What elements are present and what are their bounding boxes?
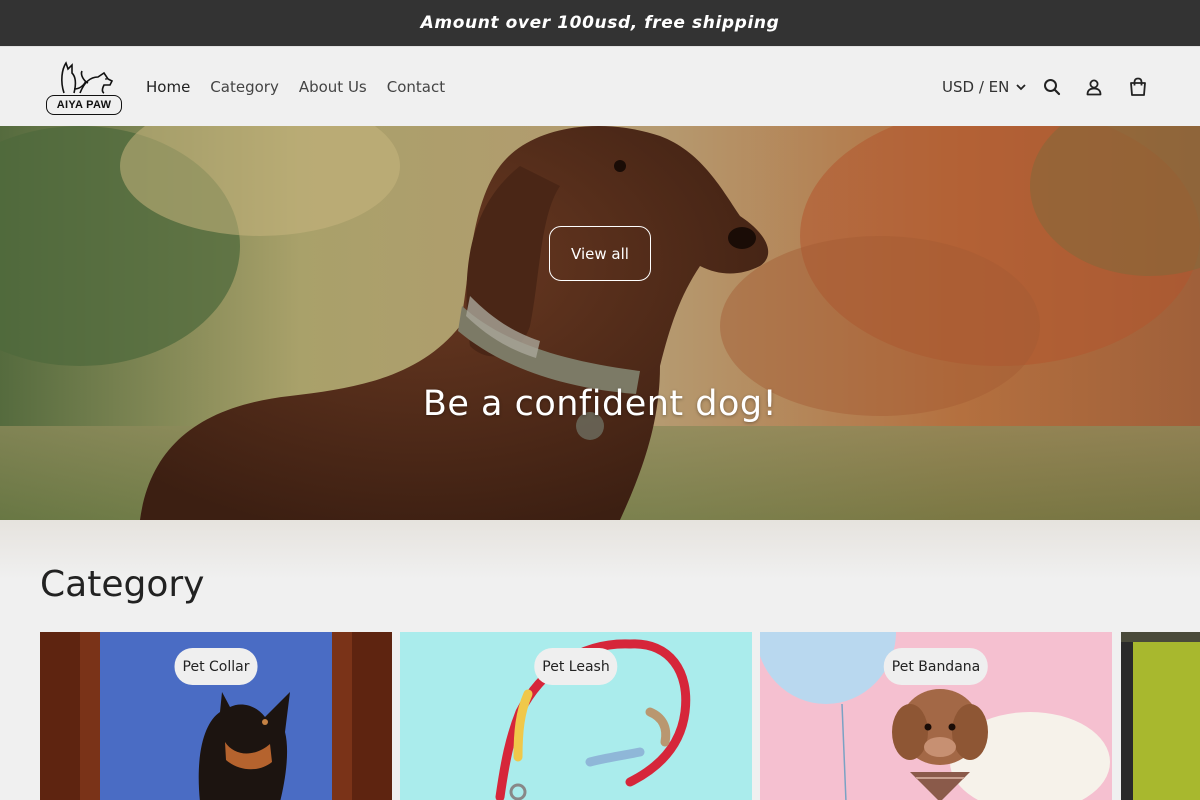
hero-banner: View all Be a confident dog! bbox=[0, 126, 1200, 520]
site-header: AIYA PAW Home Category About Us Contact … bbox=[0, 46, 1200, 126]
nav-about-us[interactable]: About Us bbox=[299, 78, 367, 96]
view-all-button[interactable]: View all bbox=[549, 226, 651, 281]
account-button[interactable] bbox=[1082, 75, 1106, 99]
cart-icon bbox=[1130, 77, 1146, 96]
locale-label: USD / EN bbox=[942, 78, 1010, 96]
category-card-pet-leash[interactable]: Pet Leash bbox=[400, 632, 752, 800]
category-label: Pet Bandana bbox=[883, 648, 989, 685]
category-section: Category Pet Collar Pet Leash Pet Bandan… bbox=[0, 520, 1200, 800]
brand-logo[interactable]: AIYA PAW bbox=[44, 59, 124, 117]
account-icon bbox=[1086, 79, 1102, 96]
category-partial-image bbox=[1121, 632, 1200, 800]
currency-language-selector[interactable]: USD / EN bbox=[942, 75, 1027, 99]
category-heading: Category bbox=[40, 564, 205, 605]
category-card-pet-bandana[interactable]: Pet Bandana bbox=[760, 632, 1112, 800]
cart-button[interactable] bbox=[1126, 75, 1150, 99]
search-icon bbox=[1044, 79, 1061, 96]
dog-cat-logo-icon bbox=[61, 61, 114, 94]
search-button[interactable] bbox=[1040, 75, 1064, 99]
hero-title: Be a confident dog! bbox=[422, 384, 778, 424]
chevron-down-icon bbox=[1016, 84, 1026, 91]
hero-dog-image bbox=[0, 126, 1200, 520]
nav-category[interactable]: Category bbox=[210, 78, 279, 96]
category-card-partial[interactable] bbox=[1121, 632, 1200, 800]
announcement-text: Amount over 100usd, free shipping bbox=[420, 13, 780, 33]
category-label: Pet Leash bbox=[534, 648, 618, 685]
nav-home[interactable]: Home bbox=[146, 78, 190, 96]
announcement-bar: Amount over 100usd, free shipping bbox=[0, 0, 1200, 46]
category-label: Pet Collar bbox=[174, 648, 258, 685]
nav-contact[interactable]: Contact bbox=[387, 78, 445, 96]
main-nav: Home Category About Us Contact bbox=[146, 47, 445, 127]
logo-text: AIYA PAW bbox=[46, 95, 122, 115]
category-card-pet-collar[interactable]: Pet Collar bbox=[40, 632, 392, 800]
